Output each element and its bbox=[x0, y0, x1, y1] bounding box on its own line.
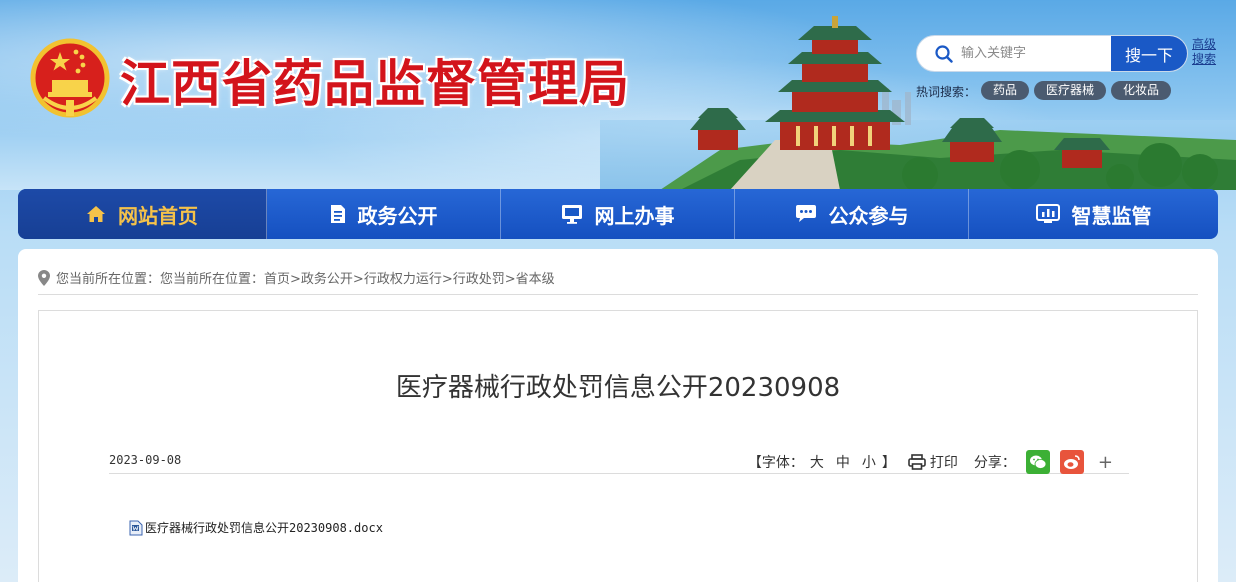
hot-tag-cosmetics[interactable]: 化妆品 bbox=[1111, 81, 1172, 100]
nav-item-home[interactable]: 网站首页 bbox=[18, 189, 267, 239]
wechat-icon bbox=[1029, 455, 1047, 469]
breadcrumb-path[interactable]: 首页>政务公开>行政权力运行>行政处罚>省本级 bbox=[264, 268, 555, 287]
hot-tag-medical-devices[interactable]: 医疗器械 bbox=[1034, 81, 1107, 100]
font-size-small-button[interactable]: 小 bbox=[862, 452, 876, 472]
font-size-large-button[interactable]: 大 bbox=[810, 452, 824, 472]
article-meta: 2023-09-08 【字体： 大 中 小 】 打印 分享： + bbox=[109, 450, 1129, 474]
breadcrumb-prefix: 您当前所在位置： bbox=[56, 272, 161, 287]
search-button[interactable]: 搜一下 bbox=[1111, 36, 1187, 71]
hot-tag-drugs[interactable]: 药品 bbox=[981, 81, 1030, 100]
article-container: 医疗器械行政处罚信息公开20230908 2023-09-08 【字体： 大 中… bbox=[38, 310, 1198, 582]
chat-icon bbox=[795, 205, 816, 222]
dashboard-icon bbox=[1035, 204, 1060, 223]
share-label: 分享： bbox=[973, 455, 1016, 471]
article-tools: 【字体： 大 中 小 】 打印 分享： + bbox=[748, 450, 1113, 474]
main-content: 您当前所在位置： 您当前所在位置： 首页>政务公开>行政权力运行>行政处罚>省本… bbox=[18, 249, 1218, 582]
main-nav: 网站首页 政务公开 网上办事 公众参与 智慧监管 bbox=[18, 189, 1218, 239]
printer-icon bbox=[908, 454, 926, 470]
attachment-filename: 医疗器械行政处罚信息公开20230908.docx bbox=[145, 521, 383, 535]
search-input[interactable] bbox=[961, 36, 1111, 71]
nav-item-label: 网上办事 bbox=[594, 203, 675, 228]
print-button[interactable]: 打印 bbox=[908, 452, 958, 472]
site-header: 江西省药品监督管理局 搜一下 高级搜索 热词搜索： 药品 医疗器械 化妆品 bbox=[0, 0, 1236, 190]
attachment-link[interactable]: 医疗器械行政处罚信息公开20230908.docx bbox=[129, 519, 383, 536]
breadcrumb: 您当前所在位置： 您当前所在位置： 首页>政务公开>行政权力运行>行政处罚>省本… bbox=[38, 268, 555, 287]
nav-item-online-services[interactable]: 网上办事 bbox=[501, 189, 735, 239]
font-size-label: 【字体： bbox=[747, 455, 804, 471]
search-icon bbox=[935, 45, 953, 63]
share-weibo-button[interactable] bbox=[1059, 450, 1084, 474]
nav-item-label: 网站首页 bbox=[118, 203, 198, 228]
article-title: 医疗器械行政处罚信息公开20230908 bbox=[395, 373, 841, 403]
word-document-icon bbox=[129, 520, 143, 535]
font-size-medium-button[interactable]: 中 bbox=[836, 452, 850, 472]
breadcrumb-label: 您当前所在位置： bbox=[160, 272, 265, 287]
breadcrumb-divider bbox=[38, 294, 1198, 295]
nav-item-public-participation[interactable]: 公众参与 bbox=[735, 189, 969, 239]
site-title[interactable]: 江西省药品监督管理局 bbox=[120, 44, 630, 116]
nav-item-label: 公众参与 bbox=[828, 203, 909, 228]
nav-item-government-affairs[interactable]: 政务公开 bbox=[267, 189, 501, 239]
monitor-icon bbox=[561, 205, 582, 224]
nav-item-label: 政务公开 bbox=[357, 203, 438, 228]
print-label: 打印 bbox=[929, 455, 958, 471]
advanced-search-link[interactable]: 高级搜索 bbox=[1192, 37, 1222, 67]
document-icon bbox=[330, 205, 345, 223]
nav-item-smart-supervision[interactable]: 智慧监管 bbox=[969, 189, 1218, 239]
hot-search-label: 热词搜索： bbox=[916, 85, 977, 99]
home-icon bbox=[87, 206, 105, 222]
font-size-label-close: 】 bbox=[881, 455, 896, 471]
search-box: 搜一下 bbox=[916, 35, 1188, 72]
weibo-icon bbox=[1063, 455, 1080, 469]
share-wechat-button[interactable] bbox=[1025, 450, 1050, 474]
nav-item-label: 智慧监管 bbox=[1071, 203, 1152, 228]
publish-date: 2023-09-08 bbox=[109, 453, 182, 467]
location-pin-icon bbox=[38, 269, 50, 286]
share-more-button[interactable]: + bbox=[1098, 452, 1113, 473]
national-emblem-icon bbox=[30, 38, 110, 118]
